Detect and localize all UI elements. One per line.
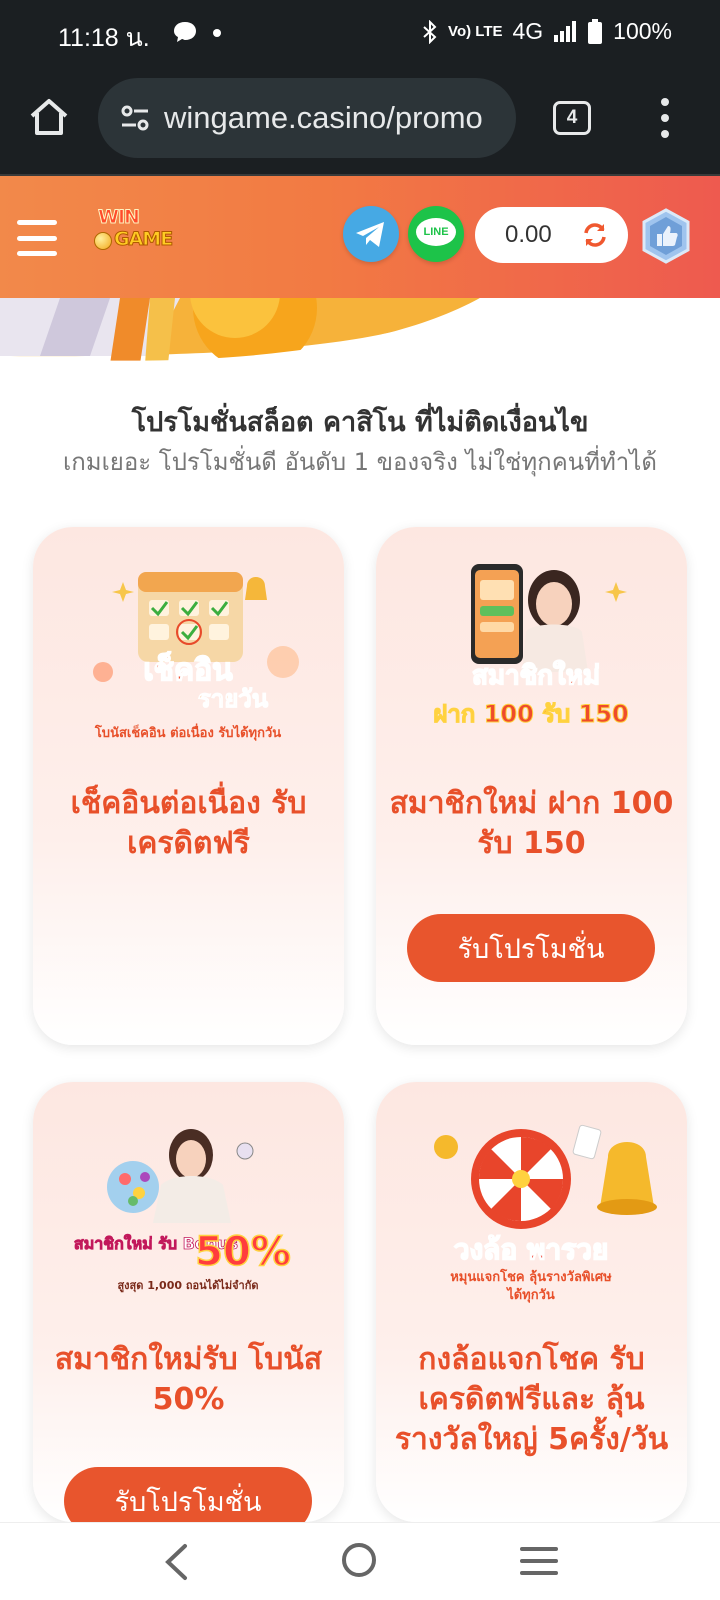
site-header: WIN GAME LINE 0.00 — [0, 176, 720, 298]
logo-text-game: GAME — [113, 228, 173, 251]
signal-icon — [554, 20, 577, 42]
page-subheadline: เกมเยอะ โปรโมชั่นดี อันดับ 1 ของจริง ไม่… — [63, 448, 657, 476]
art-new-member-offer: ฝาก 100 รับ 150 — [433, 700, 628, 728]
hero-banner-image — [0, 298, 720, 373]
page-headline: โปรโมชั่นสล็อต คาสิโน ที่ไม่ติดเงื่อนไข — [131, 407, 589, 438]
volte-label: Vo) LTE — [448, 22, 503, 40]
status-bar: 11:18 น. Vo) LTE 4G 100% — [0, 0, 720, 70]
status-time: 11:18 น. — [58, 24, 150, 52]
network-type: 4G — [512, 18, 544, 44]
url-text[interactable]: wingame.casino/promo — [164, 100, 483, 136]
balance-display: 0.00 — [475, 207, 628, 263]
wingame-logo[interactable]: WIN GAME — [92, 204, 192, 264]
address-bar[interactable]: wingame.casino/promo — [98, 78, 516, 158]
promo-card-bonus-50[interactable]: สมาชิกใหม่ รับ Bonus 50% สูงสุด 1,000 ถอ… — [33, 1082, 344, 1522]
recent-apps-icon[interactable] — [520, 1545, 558, 1577]
art-checkin-subtitle: รายวัน — [198, 685, 269, 713]
bluetooth-icon — [423, 19, 437, 44]
coin-icon — [94, 232, 112, 250]
home-circle-icon[interactable] — [340, 1541, 378, 1579]
battery-level: 100% — [613, 18, 672, 44]
line-icon: LINE — [416, 218, 456, 246]
status-indicators: Vo) LTE 4G 100% — [422, 18, 672, 45]
art-wheel-caption: ได้ทุกวัน — [505, 1286, 555, 1303]
promo-title: กงล้อแจกโชค รับเครดิตฟรีและ ลุ้นรางวัลให… — [394, 1342, 669, 1457]
promo-title: เช็คอินต่อเนื่อง รับเครดิตฟรี — [70, 786, 307, 861]
home-icon[interactable] — [28, 96, 70, 138]
new-member-deposit-image: สมาชิกใหม่ ฝาก 100 รับ 150 — [433, 564, 629, 729]
promo-card-checkin[interactable]: เช็คอิน รายวัน โบนัสเช็คอิน ต่อเนื่อง รั… — [33, 527, 344, 1045]
site-settings-icon[interactable] — [118, 101, 152, 135]
checkin-calendar-image: เช็คอิน รายวัน โบนัสเช็คอิน ต่อเนื่อง รั… — [93, 572, 299, 741]
notification-dot-icon — [213, 29, 221, 37]
art-bonus-caption: สูงสุด 1,000 ถอนได้ไม่จำกัด — [117, 1278, 258, 1293]
art-checkin-caption: โบนัสเช็คอิน ต่อเนื่อง รับได้ทุกวัน — [94, 723, 281, 741]
promo-card-new-member-deposit[interactable]: สมาชิกใหม่ ฝาก 100 รับ 150 สมาชิกใหม่ ฝา… — [376, 527, 687, 1045]
lucky-wheel-image: วงล้อ พารวย หมุนแจกโชค ลุ้นรางวัลพิเศษ ไ… — [434, 1124, 657, 1303]
tab-switcher-button[interactable]: 4 — [553, 101, 591, 135]
promo-title: สมาชิกใหม่รับ โบนัส 50% — [54, 1342, 323, 1417]
logo-text-win: WIN — [98, 206, 141, 229]
line-button[interactable]: LINE — [408, 206, 464, 262]
battery-icon — [588, 18, 603, 44]
promo-card-lucky-wheel[interactable]: วงล้อ พารวย หมุนแจกโชค ลุ้นรางวัลพิเศษ ไ… — [376, 1082, 687, 1522]
balance-value: 0.00 — [505, 221, 552, 248]
art-wheel-subtitle: หมุนแจกโชค ลุ้นรางวัลพิเศษ — [450, 1268, 612, 1285]
telegram-icon — [356, 222, 384, 247]
art-new-member-title: สมาชิกใหม่ — [472, 660, 600, 691]
browser-toolbar: wingame.casino/promo 4 — [0, 70, 720, 176]
art-checkin-title: เช็คอิน — [143, 651, 233, 688]
chat-bubble-icon — [174, 22, 196, 42]
claim-promo-button[interactable]: รับโปรโมชั่น — [407, 914, 655, 982]
back-icon[interactable] — [163, 1543, 189, 1581]
refresh-icon[interactable] — [582, 222, 608, 248]
hamburger-menu-icon[interactable] — [17, 220, 57, 256]
claim-promo-button[interactable]: รับโปรโมชั่น — [64, 1467, 312, 1522]
rank-badge-icon[interactable] — [640, 208, 692, 264]
promo-title: สมาชิกใหม่ ฝาก 100 รับ 150 — [389, 786, 674, 861]
art-wheel-title: วงล้อ พารวย — [454, 1233, 608, 1266]
system-navigation-bar — [0, 1522, 720, 1600]
art-bonus-percent: 50% — [195, 1229, 291, 1275]
telegram-button[interactable] — [343, 206, 399, 262]
bonus-50-image: สมาชิกใหม่ รับ Bonus 50% สูงสุด 1,000 ถอ… — [74, 1129, 292, 1293]
browser-menu-icon[interactable] — [658, 98, 672, 138]
